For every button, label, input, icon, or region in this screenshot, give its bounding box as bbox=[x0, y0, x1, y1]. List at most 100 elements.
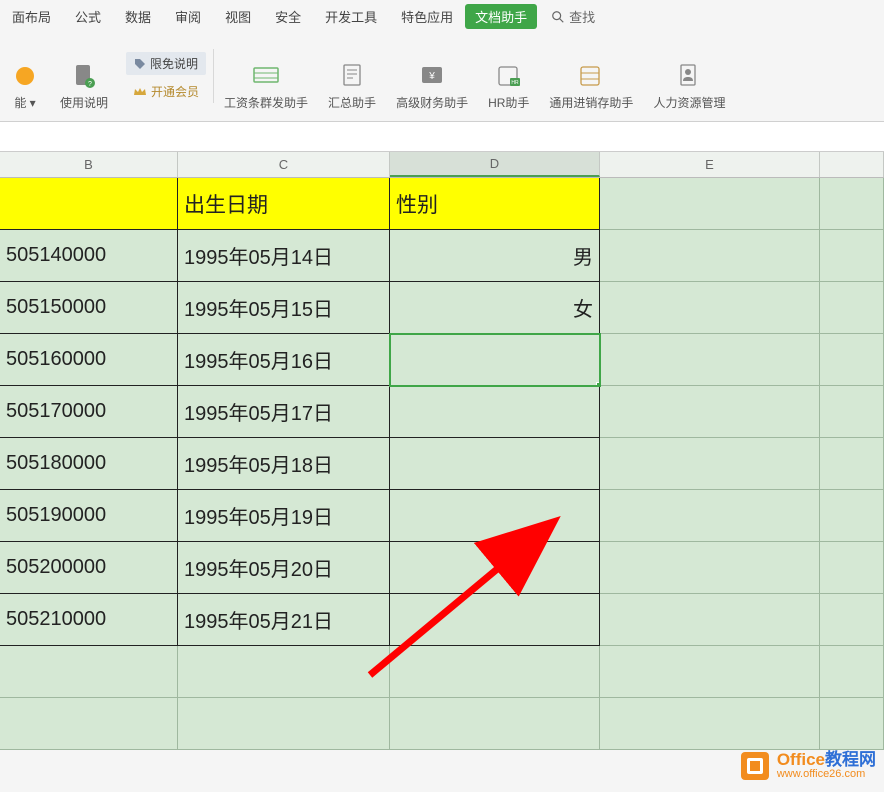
circle-icon bbox=[14, 65, 36, 87]
empty-cell[interactable] bbox=[178, 698, 390, 750]
cell-id[interactable]: 505210000 bbox=[0, 594, 178, 646]
tab-doc-helper[interactable]: 文档助手 bbox=[465, 4, 537, 29]
cell-date[interactable]: 1995年05月21日 bbox=[178, 594, 390, 646]
inventory-icon bbox=[578, 64, 604, 88]
tool-human-res[interactable]: 人力资源管理 bbox=[643, 41, 735, 111]
limit-badge[interactable]: 限免说明 bbox=[126, 52, 206, 75]
cell-gender[interactable] bbox=[390, 542, 600, 594]
empty-cell[interactable] bbox=[820, 646, 884, 698]
selected-cell[interactable] bbox=[390, 334, 600, 386]
search-group[interactable]: 查找 bbox=[551, 7, 595, 26]
cell-gender[interactable]: 男 bbox=[390, 230, 600, 282]
cell-date[interactable]: 1995年05月16日 bbox=[178, 334, 390, 386]
watermark-title-orange: Office bbox=[777, 750, 825, 769]
empty-cell[interactable] bbox=[600, 386, 820, 438]
tool-inventory[interactable]: 通用进销存助手 bbox=[539, 41, 643, 111]
vip-button[interactable]: 开通会员 bbox=[133, 83, 199, 100]
empty-cell[interactable] bbox=[600, 490, 820, 542]
cell-date[interactable]: 1995年05月20日 bbox=[178, 542, 390, 594]
tab-formula[interactable]: 公式 bbox=[63, 4, 113, 29]
empty-cell[interactable] bbox=[820, 178, 884, 230]
cell-gender[interactable] bbox=[390, 386, 600, 438]
tool-hr[interactable]: HR HR助手 bbox=[478, 41, 539, 111]
empty-cell[interactable] bbox=[600, 230, 820, 282]
cell-id[interactable]: 505170000 bbox=[0, 386, 178, 438]
cell-id[interactable]: 505190000 bbox=[0, 490, 178, 542]
tab-security[interactable]: 安全 bbox=[263, 4, 313, 29]
empty-cell[interactable] bbox=[0, 698, 178, 750]
empty-cell[interactable] bbox=[390, 646, 600, 698]
empty-cell[interactable] bbox=[600, 646, 820, 698]
summary-icon bbox=[341, 63, 363, 89]
empty-cell[interactable] bbox=[820, 698, 884, 750]
empty-cell[interactable] bbox=[600, 178, 820, 230]
document-help-icon: ? bbox=[72, 63, 96, 89]
cell-id[interactable]: 505180000 bbox=[0, 438, 178, 490]
tool-label: 工资条群发助手 bbox=[224, 94, 308, 111]
cell-id[interactable]: 505160000 bbox=[0, 334, 178, 386]
empty-cell[interactable] bbox=[0, 646, 178, 698]
empty-cell[interactable] bbox=[820, 594, 884, 646]
tool-label: 通用进销存助手 bbox=[549, 94, 633, 111]
tool-usage[interactable]: ? 使用说明 bbox=[50, 41, 118, 111]
empty-cell[interactable] bbox=[820, 490, 884, 542]
cell-id[interactable]: 505150000 bbox=[0, 282, 178, 334]
col-header-b[interactable]: B bbox=[0, 152, 178, 177]
tool-neng[interactable]: 能 ▾ bbox=[0, 41, 50, 111]
tab-layout[interactable]: 面布局 bbox=[0, 4, 63, 29]
col-header-c[interactable]: C bbox=[178, 152, 390, 177]
tab-review[interactable]: 审阅 bbox=[163, 4, 213, 29]
empty-cell[interactable] bbox=[600, 438, 820, 490]
empty-cell[interactable] bbox=[178, 646, 390, 698]
grid: 出生日期 性别 505140000 1995年05月14日 男 50515000… bbox=[0, 178, 884, 750]
hr-icon: HR bbox=[496, 64, 522, 88]
fill-handle[interactable] bbox=[596, 382, 600, 386]
empty-cell[interactable] bbox=[820, 334, 884, 386]
svg-text:?: ? bbox=[88, 81, 92, 88]
watermark: Office教程网 www.office26.com bbox=[739, 750, 876, 782]
table-row: 505180000 1995年05月18日 bbox=[0, 438, 884, 490]
col-header-e[interactable]: E bbox=[600, 152, 820, 177]
col-header-d[interactable]: D bbox=[390, 152, 600, 177]
header-cell-b[interactable] bbox=[0, 178, 178, 230]
empty-cell[interactable] bbox=[600, 282, 820, 334]
empty-cell[interactable] bbox=[600, 334, 820, 386]
table-row: 505160000 1995年05月16日 bbox=[0, 334, 884, 386]
watermark-text: Office教程网 www.office26.com bbox=[777, 751, 876, 780]
empty-cell[interactable] bbox=[820, 438, 884, 490]
empty-cell[interactable] bbox=[600, 698, 820, 750]
empty-cell[interactable] bbox=[600, 542, 820, 594]
empty-cell[interactable] bbox=[820, 542, 884, 594]
table-row: 505210000 1995年05月21日 bbox=[0, 594, 884, 646]
cell-id[interactable]: 505140000 bbox=[0, 230, 178, 282]
header-cell-birthdate[interactable]: 出生日期 bbox=[178, 178, 390, 230]
empty-cell[interactable] bbox=[820, 386, 884, 438]
tool-summary[interactable]: 汇总助手 bbox=[318, 41, 386, 111]
cell-gender[interactable] bbox=[390, 438, 600, 490]
empty-cell[interactable] bbox=[820, 230, 884, 282]
cell-gender[interactable] bbox=[390, 490, 600, 542]
cell-date[interactable]: 1995年05月15日 bbox=[178, 282, 390, 334]
tab-special[interactable]: 特色应用 bbox=[389, 4, 465, 29]
cell-gender[interactable] bbox=[390, 594, 600, 646]
col-header-f[interactable] bbox=[820, 152, 884, 177]
tool-payroll[interactable]: 工资条群发助手 bbox=[214, 41, 318, 111]
tool-label: 人力资源管理 bbox=[653, 94, 725, 111]
tab-view[interactable]: 视图 bbox=[213, 4, 263, 29]
cell-id[interactable]: 505200000 bbox=[0, 542, 178, 594]
header-cell-gender[interactable]: 性别 bbox=[390, 178, 600, 230]
search-icon bbox=[551, 10, 565, 24]
cell-date[interactable]: 1995年05月14日 bbox=[178, 230, 390, 282]
empty-cell[interactable] bbox=[390, 698, 600, 750]
tab-data[interactable]: 数据 bbox=[113, 4, 163, 29]
tool-finance[interactable]: ¥ 高级财务助手 bbox=[386, 41, 478, 111]
cell-date[interactable]: 1995年05月18日 bbox=[178, 438, 390, 490]
empty-cell[interactable] bbox=[820, 282, 884, 334]
empty-cell[interactable] bbox=[600, 594, 820, 646]
formula-bar-area bbox=[0, 122, 884, 152]
cell-date[interactable]: 1995年05月17日 bbox=[178, 386, 390, 438]
tab-devtools[interactable]: 开发工具 bbox=[313, 4, 389, 29]
cell-date[interactable]: 1995年05月19日 bbox=[178, 490, 390, 542]
ribbon-tools: 能 ▾ ? 使用说明 限免说明 开通会员 工资条群发助手 汇总助手 ¥ 高级财务… bbox=[0, 35, 884, 122]
cell-gender[interactable]: 女 bbox=[390, 282, 600, 334]
